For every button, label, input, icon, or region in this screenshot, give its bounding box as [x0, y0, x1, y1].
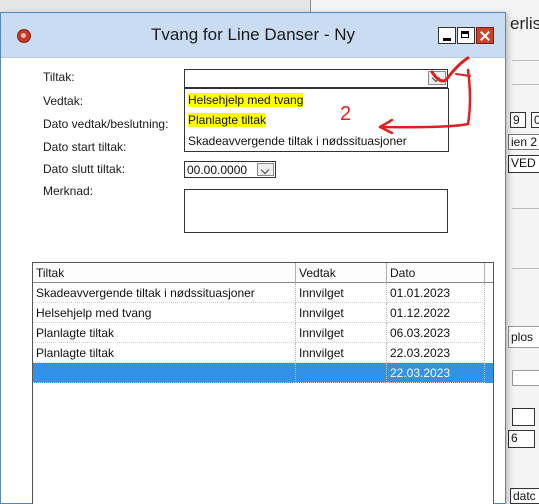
cell-tiltak: Planlagte tiltak — [33, 323, 296, 343]
background-divider — [512, 208, 539, 209]
label-dato-vedtak: Dato vedtak/beslutning: — [43, 117, 169, 131]
cell-tiltak: Planlagte tiltak — [33, 343, 296, 363]
cell-dato: 22.03.2023 — [387, 343, 485, 363]
table-row[interactable]: Helsehjelp med tvang Innvilget 01.12.202… — [33, 303, 493, 323]
background-field[interactable]: datc — [510, 488, 539, 504]
background-divider — [512, 60, 539, 61]
background-field[interactable]: VED — [508, 155, 539, 173]
background-field[interactable] — [512, 408, 535, 426]
cell-dato: 22.03.2023 — [387, 363, 485, 383]
table-header-tiltak[interactable]: Tiltak — [33, 263, 296, 283]
cell-vedtak: Innvilget — [296, 323, 387, 343]
tiltak-dropdown-list: Helsehjelp med tvang Planlagte tiltak Sk… — [184, 88, 449, 152]
cell-dato: 01.12.2022 — [387, 303, 485, 323]
cell-vedtak: Innvilget — [296, 343, 387, 363]
background-field[interactable]: 6 — [508, 430, 535, 448]
background-field[interactable] — [512, 370, 539, 386]
tiltak-table: Tiltak Vedtak Dato Skadeavvergende tilta… — [32, 262, 494, 504]
label-dato-start: Dato start tiltak: — [43, 140, 127, 154]
minimize-button[interactable] — [438, 27, 456, 44]
background-field[interactable]: 9 — [510, 112, 526, 128]
table-row[interactable]: Planlagte tiltak Innvilget 06.03.2023 — [33, 323, 493, 343]
cell-dato: 01.01.2023 — [387, 283, 485, 303]
table-row[interactable]: Skadeavvergende tiltak i nødssituasjoner… — [33, 283, 493, 303]
cell-tiltak: Skadeavvergende tiltak i nødssituasjoner — [33, 283, 296, 303]
dropdown-option-skadeavvergende[interactable]: Skadeavvergende tiltak i nødssituasjoner — [188, 134, 407, 148]
maximize-button[interactable] — [457, 27, 475, 44]
label-tiltak: Tiltak: — [43, 70, 75, 84]
cell-tiltak: Helsehjelp med tvang — [33, 303, 296, 323]
cell-vedtak — [296, 363, 387, 383]
background-window-title: erlis — [510, 14, 539, 33]
dialog-title: Tvang for Line Danser - Ny — [150, 25, 356, 44]
dropdown-option-helsehjelp[interactable]: Helsehjelp med tvang — [188, 93, 304, 107]
table-header-vedtak[interactable]: Vedtak — [296, 263, 387, 283]
label-vedtak: Vedtak: — [43, 94, 84, 108]
cell-vedtak: Innvilget — [296, 283, 387, 303]
tiltak-dropdown-arrow-icon[interactable] — [428, 71, 446, 85]
cell-vedtak: Innvilget — [296, 303, 387, 323]
label-merknad: Merknad: — [43, 184, 94, 198]
tiltak-select[interactable] — [184, 69, 448, 88]
cell-dato: 06.03.2023 — [387, 323, 485, 343]
dropdown-option-planlagte[interactable]: Planlagte tiltak — [188, 113, 267, 127]
background-divider — [512, 84, 539, 85]
background-field[interactable]: 0 — [531, 112, 539, 128]
background-button[interactable]: plos — [508, 326, 539, 348]
dato-slutt-value: 00.00.0000 — [187, 163, 248, 177]
table-row-selected[interactable]: 22.03.2023 — [33, 363, 493, 383]
label-dato-slutt: Dato slutt tiltak: — [43, 162, 126, 176]
calendar-dropdown-icon[interactable] — [257, 163, 274, 176]
table-header-filler — [485, 263, 493, 283]
cell-tiltak — [33, 363, 296, 383]
table-header-dato[interactable]: Dato — [387, 263, 485, 283]
table-row[interactable]: Planlagte tiltak Innvilget 22.03.2023 — [33, 343, 493, 363]
background-field[interactable]: ien 2 — [508, 134, 539, 150]
background-divider — [512, 268, 539, 269]
close-button[interactable] — [476, 27, 494, 44]
merknad-textarea[interactable] — [184, 189, 448, 233]
dialog-titlebar[interactable]: Tvang for Line Danser - Ny — [1, 13, 505, 58]
